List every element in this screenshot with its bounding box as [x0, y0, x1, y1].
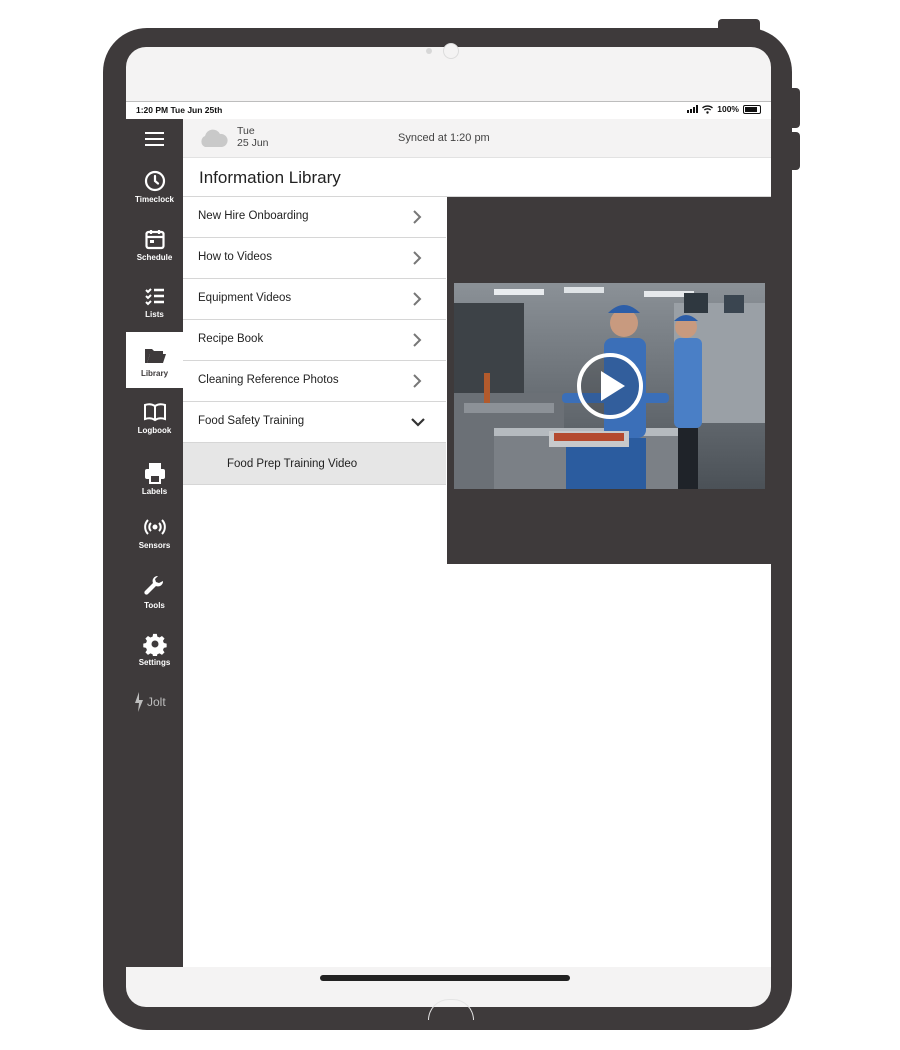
- list-item-new-hire-onboarding[interactable]: New Hire Onboarding: [183, 197, 446, 238]
- wrench-icon: [143, 575, 163, 595]
- gear-icon: [142, 633, 167, 656]
- list-item-label: Food Prep Training Video: [227, 458, 358, 470]
- app-window: 1:20 PM Tue Jun 25th 100% Timeclock Sche…: [126, 101, 771, 967]
- kitchen-scene-image: [454, 283, 765, 489]
- cloud-icon: [201, 129, 228, 147]
- clock-icon: [144, 170, 165, 191]
- list-item-cleaning-reference-photos[interactable]: Cleaning Reference Photos: [183, 361, 446, 402]
- sensor-dot: [426, 48, 432, 54]
- battery-icon: [743, 104, 761, 114]
- chevron-down-icon: [411, 418, 425, 427]
- sidebar-item-library[interactable]: Library: [126, 332, 183, 388]
- sidebar-item-logbook[interactable]: Logbook: [126, 389, 183, 445]
- weather-date-text: 25 Jun: [237, 137, 269, 149]
- sidebar-label: Library: [140, 368, 169, 378]
- wifi-icon: [702, 104, 714, 114]
- camera: [443, 43, 459, 59]
- chevron-right-icon: [413, 333, 422, 347]
- hamburger-menu-icon[interactable]: [145, 132, 164, 146]
- jolt-brand-text: Jolt: [147, 695, 166, 709]
- status-time: 1:20 PM Tue Jun 25th: [136, 105, 223, 115]
- calendar-icon: [144, 229, 165, 249]
- chevron-right-icon: [413, 251, 422, 265]
- library-list: New Hire Onboarding How to Videos Equipm…: [183, 197, 446, 485]
- sidebar-label: Settings: [138, 657, 171, 667]
- signal-icon: [687, 105, 699, 113]
- home-indicator[interactable]: [320, 975, 570, 981]
- sidebar-item-tools[interactable]: Tools: [126, 564, 183, 620]
- sidebar-item-schedule[interactable]: Schedule: [126, 216, 183, 272]
- sidebar-label: Lists: [145, 309, 164, 319]
- sidebar-label: Sensors: [138, 540, 171, 550]
- chevron-right-icon: [413, 292, 422, 306]
- status-bar: 1:20 PM Tue Jun 25th 100%: [126, 102, 771, 119]
- jolt-logo: Jolt: [134, 692, 166, 712]
- sync-status: Synced at 1:20 pm: [398, 132, 490, 144]
- weather-date: Tue 25 Jun: [237, 125, 269, 149]
- jolt-bolt-icon: [135, 692, 143, 712]
- sidebar-label: Timeclock: [135, 194, 174, 204]
- sidebar-item-sensors[interactable]: Sensors: [126, 504, 183, 560]
- list-item-label: Food Safety Training: [198, 415, 305, 427]
- list-item-label: New Hire Onboarding: [198, 210, 309, 222]
- video-preview-panel: [447, 197, 771, 564]
- page-header: Information Library: [183, 158, 771, 197]
- top-bar: Tue 25 Jun Synced at 1:20 pm: [183, 119, 771, 158]
- printer-icon: [144, 462, 165, 484]
- chevron-right-icon: [413, 210, 422, 224]
- weather-day: Tue: [237, 125, 255, 137]
- checklist-icon: [144, 287, 164, 305]
- sidebar-item-lists[interactable]: Lists: [126, 273, 183, 329]
- sensor-icon: [143, 518, 166, 535]
- sidebar-item-timeclock[interactable]: Timeclock: [126, 158, 183, 214]
- book-icon: [143, 402, 166, 421]
- sidebar-item-labels[interactable]: Labels: [126, 450, 183, 506]
- video-thumbnail[interactable]: [454, 283, 765, 489]
- list-item-label: How to Videos: [198, 251, 272, 263]
- list-item-label: Equipment Videos: [198, 292, 292, 304]
- list-item-how-to-videos[interactable]: How to Videos: [183, 238, 446, 279]
- sidebar-label: Schedule: [136, 252, 173, 262]
- sidebar-label: Tools: [144, 600, 165, 610]
- folder-icon: [144, 348, 166, 363]
- battery-percent: 100%: [717, 104, 739, 114]
- sidebar: Timeclock Schedule Lists Library Logbook…: [126, 119, 183, 967]
- chevron-right-icon: [413, 374, 422, 388]
- list-item-food-prep-training-video[interactable]: Food Prep Training Video: [183, 443, 446, 485]
- list-item-label: Recipe Book: [198, 333, 264, 345]
- list-item-food-safety-training[interactable]: Food Safety Training: [183, 402, 446, 443]
- page-title: Information Library: [199, 168, 341, 187]
- list-item-label: Cleaning Reference Photos: [198, 374, 339, 386]
- list-item-equipment-videos[interactable]: Equipment Videos: [183, 279, 446, 320]
- sidebar-item-settings[interactable]: Settings: [126, 621, 183, 677]
- list-item-recipe-book[interactable]: Recipe Book: [183, 320, 446, 361]
- sidebar-label: Logbook: [137, 425, 172, 435]
- sidebar-label: Labels: [141, 486, 168, 496]
